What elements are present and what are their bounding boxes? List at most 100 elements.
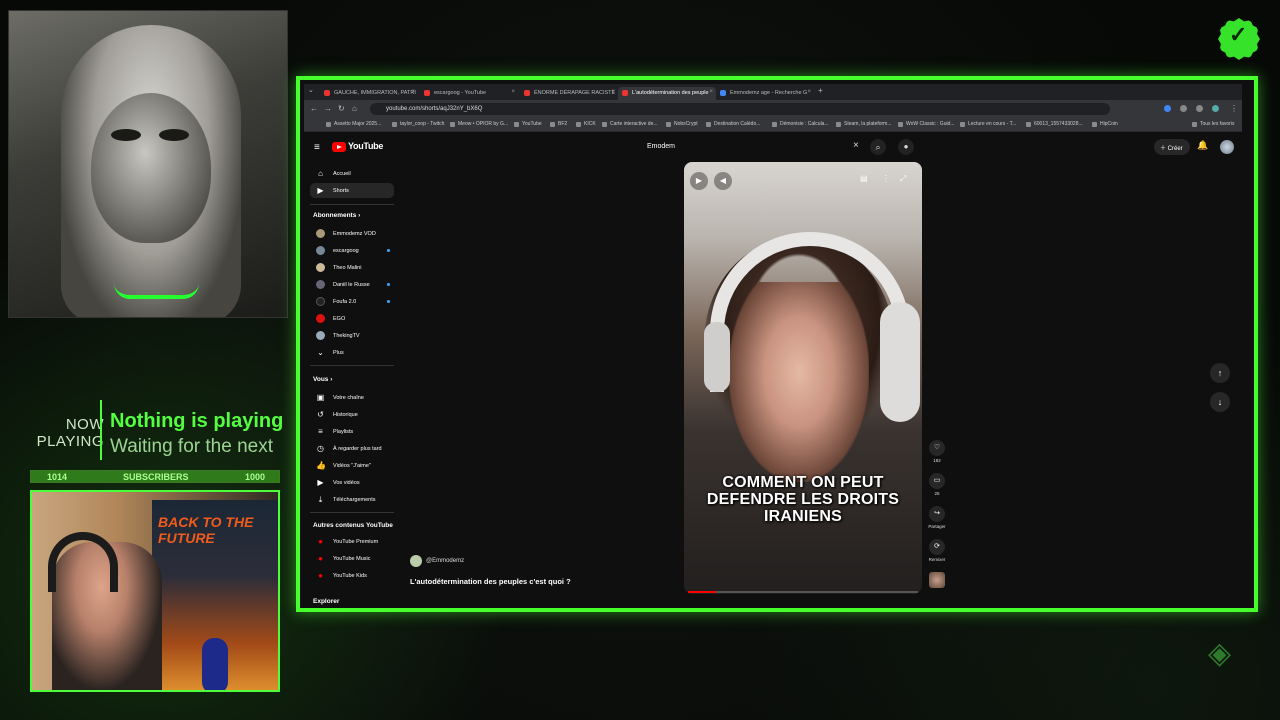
sidebar-item-more[interactable]: ⌄ Plus	[310, 345, 394, 360]
play-button[interactable]: ▶	[690, 172, 708, 190]
bookmark[interactable]: BF2	[550, 121, 567, 127]
tab-active[interactable]: L'autodétermination des peuple ×	[618, 87, 716, 100]
bookmark[interactable]: HipCoin	[1092, 121, 1118, 127]
tab-search-icon[interactable]: ⌄	[308, 86, 314, 94]
close-icon[interactable]: ×	[411, 89, 415, 95]
sidebar-item-history[interactable]: ↺ Historique	[310, 407, 394, 422]
account-avatar[interactable]	[1220, 140, 1234, 154]
next-short-button[interactable]: ↓	[1210, 392, 1230, 412]
sidebar-item-label: YouTube Premium	[333, 539, 379, 545]
tab[interactable]: GAUCHE, IMMIGRATION, PATRI ×	[320, 87, 418, 100]
subscription-item[interactable]: Emmodemz VOD	[310, 226, 394, 241]
menu-icon[interactable]: ≡	[314, 142, 320, 153]
bookmark[interactable]: Démonisie : Calcula...	[772, 121, 829, 127]
sidebar-item-kids[interactable]: ● YouTube Kids	[310, 568, 394, 583]
channel-name: @Emmodemz	[426, 558, 465, 564]
subscription-item[interactable]: Foufa 2.0	[310, 294, 394, 309]
clear-search-icon[interactable]: ×	[853, 140, 859, 151]
youtube-play-icon	[332, 142, 346, 152]
bookmark[interactable]: NobsCrypt	[666, 121, 698, 127]
comments-button[interactable]: ▭ 25	[926, 473, 948, 496]
sidebar-item-music[interactable]: ● YouTube Music	[310, 551, 394, 566]
you-header[interactable]: Vous ›	[313, 376, 332, 383]
sidebar-item-label: Foufa 2.0	[333, 299, 357, 305]
voice-search-button[interactable]: ●	[898, 139, 914, 155]
subscription-item[interactable]: Daniil le Russe	[310, 277, 394, 292]
extension-icon[interactable]	[1180, 105, 1187, 112]
bookmark[interactable]: WoW Classic : Guid...	[898, 121, 955, 127]
home-icon[interactable]: ⌂	[352, 104, 357, 113]
video-title[interactable]: L'autodétermination des peuples c'est qu…	[410, 577, 571, 586]
youtube-sidebar: ⌂ Accueil ▶ Shorts Abonnements › Emmodemz …	[304, 162, 400, 606]
sidebar-item-home[interactable]: ⌂ Accueil	[310, 166, 394, 181]
now-playing-title: Nothing is playing	[110, 410, 284, 432]
channel-handle[interactable]: @Emmodemz	[410, 555, 465, 567]
sidebar-item-downloads[interactable]: ⤓ Téléchargements	[310, 492, 394, 507]
tab[interactable]: escargoog - YouTube ×	[420, 87, 518, 100]
bookmark[interactable]: Steam, la plateform...	[836, 121, 892, 127]
extension-icon[interactable]	[1196, 105, 1203, 112]
captions-icon[interactable]: ▤	[860, 174, 868, 183]
bookmark[interactable]: Destination Calédo...	[706, 121, 760, 127]
sidebar-item-liked[interactable]: 👍 Vidéos "J'aime"	[310, 458, 394, 473]
close-icon[interactable]: ×	[511, 89, 515, 95]
channel-avatar	[316, 280, 325, 289]
notifications-bell-icon[interactable]: 🔔	[1197, 140, 1208, 151]
close-icon[interactable]: ×	[709, 89, 713, 95]
subscription-item[interactable]: EGO	[310, 311, 394, 326]
youtube-favicon-icon	[622, 90, 628, 96]
like-button[interactable]: ♡ 182	[926, 440, 948, 463]
bookmark[interactable]: Meow • OPIOR by G...	[450, 121, 508, 127]
bookmark[interactable]: KICK	[576, 121, 596, 127]
volume-button[interactable]: ◀	[714, 172, 732, 190]
video-caption: COMMENT ON PEUT DEFENDRE LES DROITS IRAN…	[706, 474, 900, 525]
subscription-item[interactable]: Theo Malini	[310, 260, 394, 275]
previous-short-button[interactable]: ↑	[1210, 363, 1230, 383]
new-tab-button[interactable]: +	[818, 86, 823, 95]
share-button[interactable]: ↪ Partager	[926, 506, 948, 529]
remix-button[interactable]: ⟳ Remixer	[926, 539, 948, 562]
subscription-item[interactable]: ThekingTV	[310, 328, 394, 343]
headphone	[48, 532, 118, 592]
more-options-icon[interactable]: ⋮	[882, 174, 890, 183]
search-input[interactable]: Emodem	[638, 139, 868, 155]
bookmark[interactable]: taylor_coop - Twitch	[392, 121, 444, 127]
address-bar[interactable]: youtube.com/shorts/aqJ32nY_bX6Q	[370, 103, 1110, 115]
sound-avatar[interactable]	[929, 572, 945, 588]
bookmark[interactable]: Lecture en cours - T...	[960, 121, 1016, 127]
bookmark[interactable]: YouTube	[514, 121, 542, 127]
youtube-favicon-icon	[424, 90, 430, 96]
sidebar-item-your-videos[interactable]: ▶ Vos vidéos	[310, 475, 394, 490]
extension-icon[interactable]	[1164, 105, 1171, 112]
chevron-down-icon: ⌄	[317, 348, 324, 357]
sidebar-item-premium[interactable]: ● YouTube Premium	[310, 534, 394, 549]
subscriptions-header[interactable]: Abonnements ›	[313, 212, 360, 219]
bookmark[interactable]: Tous les favoris	[1192, 121, 1234, 127]
mask-eye	[111, 129, 141, 141]
forward-icon[interactable]: →	[324, 104, 332, 113]
tab[interactable]: ÉNORME DÉRAPAGE RACISTE ×	[520, 87, 618, 100]
sidebar-item-shorts[interactable]: ▶ Shorts	[310, 183, 394, 198]
sidebar-item-playlists[interactable]: ≡ Playlists	[310, 424, 394, 439]
close-icon[interactable]: ×	[807, 89, 811, 95]
search-button[interactable]: ⌕	[870, 139, 886, 155]
channel-avatar	[316, 263, 325, 272]
close-icon[interactable]: ×	[611, 89, 615, 95]
bookmark[interactable]: Carte interactive de...	[602, 121, 658, 127]
back-icon[interactable]: ←	[310, 104, 318, 113]
create-button[interactable]: ＋ Créer	[1154, 139, 1190, 155]
fullscreen-icon[interactable]: ⤢	[900, 174, 906, 184]
subscription-item[interactable]: escargoog	[310, 243, 394, 258]
video-progress[interactable]	[688, 591, 918, 593]
bookmark[interactable]: Assetto Major 2025...	[326, 121, 381, 127]
sidebar-item-label: Historique	[333, 412, 358, 418]
menu-icon[interactable]: ⋮	[1230, 104, 1238, 113]
shorts-player[interactable]: ▶ ◀ ▤ ⋮ ⤢ COMMENT ON PEUT DEFENDRE LES D…	[684, 162, 922, 594]
bookmark[interactable]: 60013_1557433028...	[1026, 121, 1083, 127]
youtube-header: ≡ YouTube Emodem × ⌕ ● ＋ Créer 🔔	[304, 132, 1242, 162]
reload-icon[interactable]: ↻	[338, 104, 345, 113]
tab[interactable]: Emmodemz age - Recherche G ×	[716, 87, 814, 100]
profile-icon[interactable]	[1212, 105, 1219, 112]
sidebar-item-watch-later[interactable]: ◷ À regarder plus tard	[310, 441, 394, 456]
sidebar-item-channel[interactable]: ▣ Votre chaîne	[310, 390, 394, 405]
